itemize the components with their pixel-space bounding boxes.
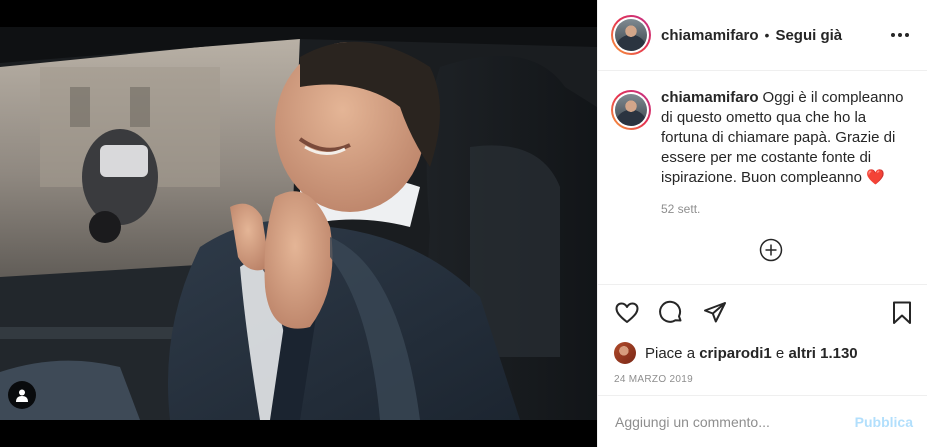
author-username[interactable]: chiamamifaro [661, 27, 759, 44]
liker-username[interactable]: criparodi1 [699, 345, 772, 362]
post-media [0, 0, 597, 447]
caption-avatar[interactable] [611, 90, 651, 130]
action-bar [598, 285, 927, 341]
more-options-icon[interactable] [887, 29, 913, 41]
comment-input[interactable] [615, 413, 855, 430]
publish-button[interactable]: Pubblica [855, 414, 913, 430]
post-header: chiamamifaro • Segui già [598, 0, 927, 71]
share-icon[interactable] [702, 300, 728, 326]
heart-icon[interactable] [614, 300, 640, 326]
likes-summary: Piace a criparodi1 e altri 1.130 [598, 341, 927, 365]
bookmark-icon[interactable] [889, 300, 915, 326]
avatar[interactable] [611, 15, 651, 55]
post-photo[interactable] [0, 27, 597, 420]
plus-circle-icon[interactable] [759, 238, 783, 262]
user-tag-icon[interactable] [8, 381, 36, 409]
heart-emoji: ❤️ [866, 169, 885, 186]
post-date[interactable]: 24 MARZO 2019 [598, 365, 927, 398]
likes-prefix: Piace a [645, 344, 696, 362]
likes-conjunction: e [775, 344, 785, 362]
caption: chiamamifaro Oggi è il compleanno di ques… [611, 88, 913, 216]
comment-form: Pubblica [598, 395, 927, 447]
comment-icon[interactable] [658, 300, 684, 326]
likes-others-link[interactable]: altri 1.130 [788, 345, 857, 362]
comments-section: chiamamifaro Oggi è il compleanno di ques… [598, 71, 927, 285]
post-sidebar: chiamamifaro • Segui già chiamamifaro Ogg… [597, 0, 927, 447]
caption-username[interactable]: chiamamifaro [661, 89, 759, 106]
separator-dot: • [764, 27, 770, 43]
caption-timestamp[interactable]: 52 sett. [661, 202, 913, 216]
liker-avatar[interactable] [614, 342, 636, 364]
follow-status-button[interactable]: Segui già [775, 27, 842, 44]
